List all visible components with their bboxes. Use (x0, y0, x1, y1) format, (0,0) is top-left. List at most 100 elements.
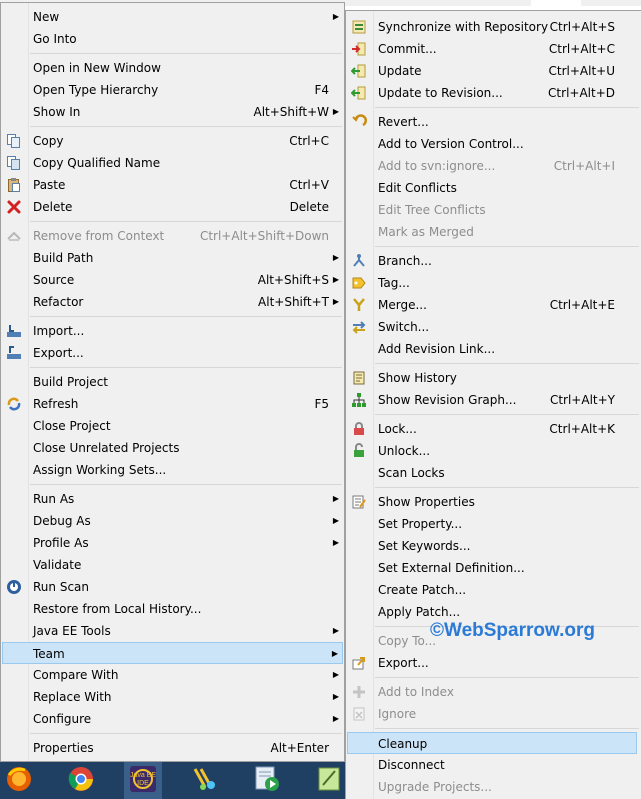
menu-item-copy-qualified-name[interactable]: Copy Qualified Name (2, 152, 343, 174)
menu-item-run-as[interactable]: Run As ▶ (2, 488, 343, 510)
menu-item-refactor[interactable]: Refactor Alt+Shift+T ▶ (2, 291, 343, 313)
menu-item-export[interactable]: Export... (2, 342, 343, 364)
taskbar-chrome[interactable] (62, 762, 100, 799)
menu-item-label: Add to Index (378, 685, 454, 699)
menu-item-create-patch[interactable]: Create Patch... (347, 579, 637, 601)
menu-item-label: Add to svn:ignore... (378, 159, 496, 173)
menu-item-close-unrelated-projects[interactable]: Close Unrelated Projects (2, 437, 343, 459)
menu-separator (375, 107, 639, 108)
menu-item-replace-with[interactable]: Replace With ▶ (2, 686, 343, 708)
menu-item-close-project[interactable]: Close Project (2, 415, 343, 437)
menu-item-build-project[interactable]: Build Project (2, 371, 343, 393)
menu-item-go-into[interactable]: Go Into (2, 28, 343, 50)
menu-item-run-scan[interactable]: Run Scan (2, 576, 343, 598)
menu-item-label: Set External Definition... (378, 561, 525, 575)
ignore-icon (353, 707, 365, 721)
menu-item-label: Cleanup (378, 737, 428, 751)
menu-item-import[interactable]: Import... (2, 320, 343, 342)
menu-item-set-property[interactable]: Set Property... (347, 513, 637, 535)
menu-item-mark-as-merged[interactable]: Mark as Merged (347, 221, 637, 243)
taskbar-notepad-plus-plus[interactable] (310, 762, 348, 799)
menu-item-team[interactable]: Team ▶ (2, 642, 343, 664)
menu-item-paste[interactable]: Paste Ctrl+V (2, 174, 343, 196)
menu-item-validate[interactable]: Validate (2, 554, 343, 576)
menu-item-source[interactable]: Source Alt+Shift+S ▶ (2, 269, 343, 291)
menu-item-tag[interactable]: Tag... (347, 272, 637, 294)
menu-item-set-keywords[interactable]: Set Keywords... (347, 535, 637, 557)
menu-item-show-properties[interactable]: Show Properties (347, 491, 637, 513)
menu-item-edit-tree-conflicts[interactable]: Edit Tree Conflicts (347, 199, 637, 221)
menu-item-refresh[interactable]: Refresh F5 (2, 393, 343, 415)
menu-separator (375, 487, 639, 488)
menu-item-show-in[interactable]: Show In Alt+Shift+W ▶ (2, 101, 343, 123)
menu-item-open-new-window[interactable]: Open in New Window (2, 57, 343, 79)
menu-item-unlock[interactable]: Unlock... (347, 440, 637, 462)
taskbar-firefox[interactable] (0, 762, 38, 799)
menu-item-show-history[interactable]: Show History (347, 367, 637, 389)
menu-item-disconnect[interactable]: Disconnect (347, 754, 637, 776)
menu-item-merge[interactable]: Merge... Ctrl+Alt+E (347, 294, 637, 316)
menu-item-branch[interactable]: Branch... (347, 250, 637, 272)
menu-item-edit-conflicts[interactable]: Edit Conflicts (347, 177, 637, 199)
menu-item-commit[interactable]: Commit... Ctrl+Alt+C (347, 38, 637, 60)
menu-item-show-revision-graph[interactable]: Show Revision Graph... Ctrl+Alt+Y (347, 389, 637, 411)
menu-item-add-to-index[interactable]: Add to Index (347, 681, 637, 703)
menu-item-synchronize[interactable]: Synchronize with Repository Ctrl+Alt+S (347, 16, 637, 38)
menu-item-copy[interactable]: Copy Ctrl+C (2, 130, 343, 152)
menu-item-build-path[interactable]: Build Path ▶ (2, 247, 343, 269)
menu-item-properties[interactable]: Properties Alt+Enter (2, 737, 343, 759)
shortcut-text: Ctrl+Alt+D (548, 86, 615, 100)
submenu-arrow-icon: ▶ (332, 275, 339, 284)
menu-item-ignore[interactable]: Ignore (347, 703, 637, 725)
menu-item-label: Build Path (33, 251, 94, 265)
menu-item-add-to-version-control[interactable]: Add to Version Control... (347, 133, 637, 155)
menu-item-open-type-hierarchy[interactable]: Open Type Hierarchy F4 (2, 79, 343, 101)
menu-item-update[interactable]: Update Ctrl+Alt+U (347, 60, 637, 82)
menu-item-label: Show History (378, 371, 457, 385)
tag-icon (352, 277, 366, 289)
menu-item-label: Disconnect (378, 758, 445, 772)
menu-item-revert[interactable]: Revert... (347, 111, 637, 133)
revert-icon (352, 114, 367, 127)
menu-item-assign-working-sets[interactable]: Assign Working Sets... (2, 459, 343, 481)
menu-item-label: Close Unrelated Projects (33, 441, 180, 455)
menu-item-java-ee-tools[interactable]: Java EE Tools ▶ (2, 620, 343, 642)
menu-separator (30, 367, 342, 368)
menu-item-profile-as[interactable]: Profile As ▶ (2, 532, 343, 554)
menu-item-label: Replace With (33, 690, 112, 704)
menu-item-upgrade-projects[interactable]: Upgrade Projects... (347, 776, 637, 798)
menu-item-label: Edit Conflicts (378, 181, 457, 195)
submenu-arrow-icon: ▶ (332, 538, 339, 547)
menu-item-add-revision-link[interactable]: Add Revision Link... (347, 338, 637, 360)
menu-item-compare-with[interactable]: Compare With ▶ (2, 664, 343, 686)
shortcut-text: Ctrl+Alt+U (548, 64, 616, 78)
menu-item-update-to-revision[interactable]: Update to Revision... Ctrl+Alt+D (347, 82, 637, 104)
run-scan-icon (7, 580, 21, 594)
menu-item-label: Scan Locks (378, 466, 445, 480)
menu-item-label: Update (378, 64, 422, 78)
menu-item-lock[interactable]: Lock... Ctrl+Alt+K (347, 418, 637, 440)
menu-item-scan-locks[interactable]: Scan Locks (347, 462, 637, 484)
menu-item-label: Revert... (378, 115, 429, 129)
menu-item-debug-as[interactable]: Debug As ▶ (2, 510, 343, 532)
submenu-arrow-icon: ▶ (332, 714, 339, 723)
menu-item-cleanup[interactable]: Cleanup (347, 732, 637, 754)
menu-item-restore-local-history[interactable]: Restore from Local History... (2, 598, 343, 620)
menu-item-remove-from-context[interactable]: Remove from Context Ctrl+Alt+Shift+Down (2, 225, 343, 247)
menu-item-label: Copy To... (378, 634, 437, 648)
menu-item-configure[interactable]: Configure ▶ (2, 708, 343, 730)
team-submenu: Synchronize with Repository Ctrl+Alt+S Co… (345, 10, 641, 799)
taskbar-java-ee-ide[interactable]: Java EE IDE (124, 762, 162, 799)
taskbar-media-player[interactable] (248, 762, 286, 799)
menu-item-add-to-svn-ignore[interactable]: Add to svn:ignore... Ctrl+Alt+I (347, 155, 637, 177)
export-icon (7, 346, 21, 359)
taskbar-app[interactable] (186, 762, 224, 799)
menu-item-new[interactable]: New ▶ (2, 6, 343, 28)
menu-item-label: Show Revision Graph... (378, 393, 517, 407)
menu-item-team-export[interactable]: Export... (347, 652, 637, 674)
update-icon (351, 64, 366, 78)
menu-item-delete[interactable]: Delete Delete (2, 196, 343, 218)
unlock-icon (354, 443, 364, 457)
menu-item-switch[interactable]: Switch... (347, 316, 637, 338)
menu-item-set-external-definition[interactable]: Set External Definition... (347, 557, 637, 579)
